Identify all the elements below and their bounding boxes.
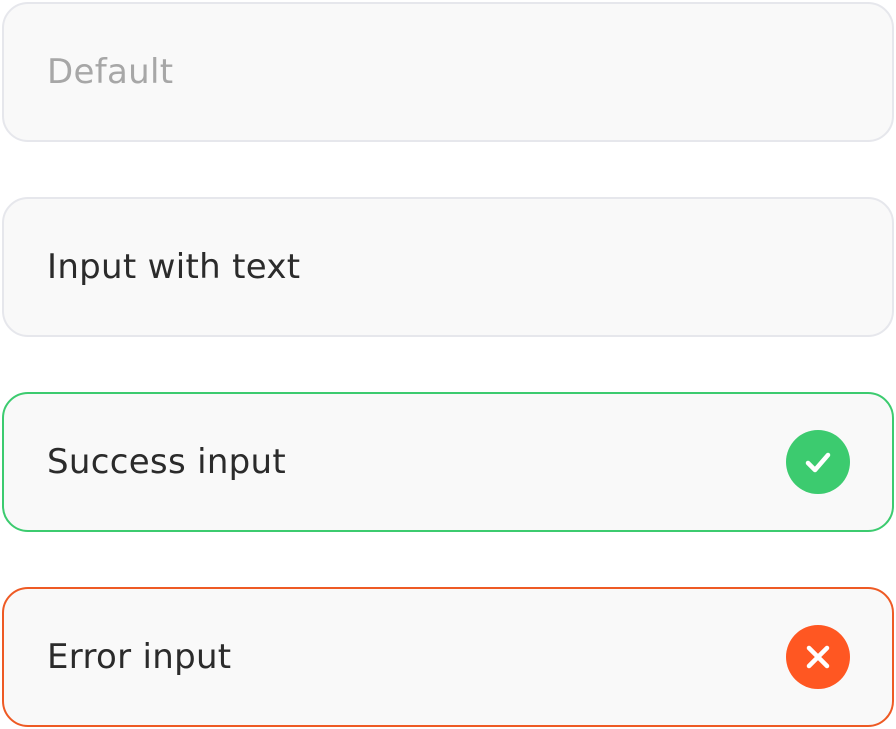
success-input-value: Success input	[47, 442, 287, 482]
default-input[interactable]: Default	[2, 2, 894, 142]
check-circle-icon	[786, 430, 850, 494]
text-input-value: Input with text	[47, 247, 301, 287]
success-input[interactable]: Success input	[2, 392, 894, 532]
text-input[interactable]: Input with text	[2, 197, 894, 337]
default-input-placeholder: Default	[47, 52, 174, 92]
error-input[interactable]: Error input	[2, 587, 894, 727]
x-circle-icon	[786, 625, 850, 689]
error-input-value: Error input	[47, 637, 232, 677]
